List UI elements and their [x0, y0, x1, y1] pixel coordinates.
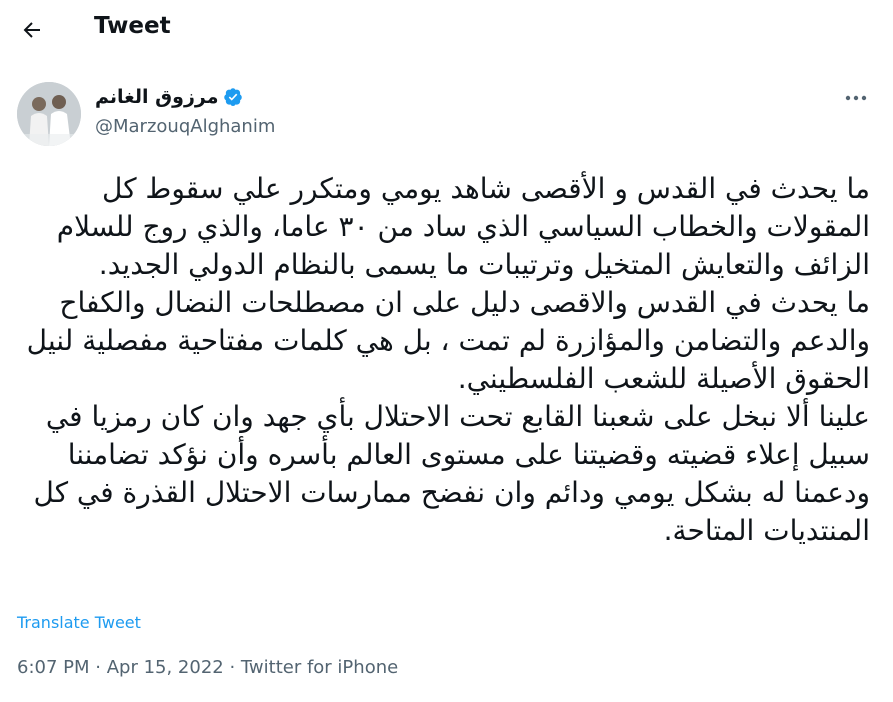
tweet-date[interactable]: Apr 15, 2022	[107, 657, 224, 678]
tweet-meta: 6:07 PM · Apr 15, 2022 · Twitter for iPh…	[17, 657, 398, 678]
more-options-button[interactable]	[845, 88, 867, 108]
avatar[interactable]	[17, 82, 81, 146]
author-name-row[interactable]: مرزوق الغانم	[95, 86, 243, 108]
author-handle[interactable]: @MarzouqAlghanim	[95, 116, 275, 137]
meta-separator: ·	[223, 657, 241, 678]
back-button[interactable]	[18, 16, 46, 44]
meta-separator: ·	[89, 657, 107, 678]
tweet-source-link[interactable]: Twitter for iPhone	[241, 657, 398, 678]
arrow-left-icon	[23, 22, 40, 38]
tweet-paragraph: ما يحدث في القدس و الأقصى شاهد يومي ومتك…	[56, 172, 870, 281]
tweet-text: ما يحدث في القدس و الأقصى شاهد يومي ومتك…	[18, 170, 870, 550]
tweet-paragraph: ما يحدث في القدس والاقصى دليل على ان مصط…	[26, 286, 870, 395]
top-bar: Tweet	[0, 0, 893, 60]
tweet-paragraph: علينا ألا نبخل على شعبنا القابع تحت الاح…	[33, 400, 871, 547]
tweet-time[interactable]: 6:07 PM	[17, 657, 90, 678]
more-horizontal-icon	[845, 95, 867, 101]
author-name[interactable]: مرزوق الغانم	[95, 86, 218, 108]
translate-tweet-link[interactable]: Translate Tweet	[17, 613, 141, 632]
avatar-photo	[17, 82, 81, 146]
page-title: Tweet	[94, 13, 171, 39]
verified-badge-icon	[224, 88, 243, 106]
